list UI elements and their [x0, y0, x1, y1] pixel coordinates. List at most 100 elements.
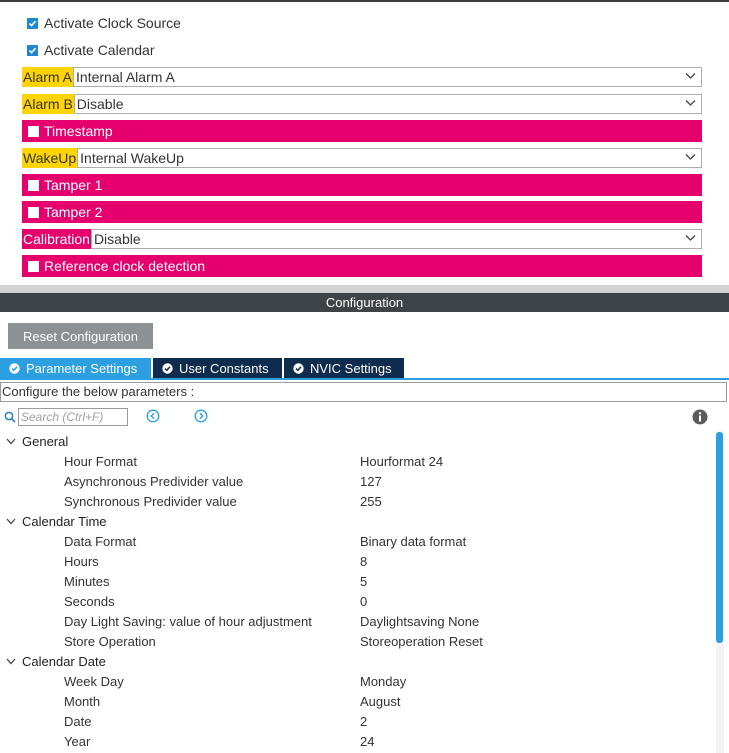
- alarm-a-row: Alarm A Internal Alarm A: [22, 66, 702, 88]
- activate-clock-source-row[interactable]: Activate Clock Source: [27, 14, 181, 32]
- top-border: [0, 0, 729, 2]
- param-name: Hour Format: [64, 453, 137, 469]
- wakeup-label: WakeUp: [22, 148, 78, 168]
- param-name: Asynchronous Predivider value: [64, 473, 244, 489]
- group-general[interactable]: General: [0, 431, 714, 451]
- param-name: Date: [64, 713, 92, 729]
- check-icon: [28, 47, 37, 54]
- check-icon: [28, 20, 37, 27]
- reference-clock-checkbox[interactable]: [28, 260, 39, 272]
- param-value: 8: [360, 553, 368, 569]
- timestamp-checkbox[interactable]: [28, 125, 39, 137]
- tab-nvic-settings-label: NVIC Settings: [310, 360, 392, 376]
- next-result-icon[interactable]: [194, 409, 208, 423]
- tamper1-row[interactable]: Tamper 1: [22, 174, 702, 196]
- activate-clock-source-checkbox[interactable]: [27, 17, 38, 29]
- activate-calendar-checkbox[interactable]: [27, 44, 38, 56]
- param-value: 0: [360, 593, 368, 609]
- param-value: Storeoperation Reset: [360, 633, 483, 649]
- timestamp-row[interactable]: Timestamp: [22, 120, 702, 142]
- alarm-b-value: Disable: [76, 96, 124, 112]
- tamper1-checkbox[interactable]: [28, 179, 39, 191]
- tab-user-constants[interactable]: User Constants: [153, 358, 284, 378]
- param-value: 5: [360, 573, 368, 589]
- previous-result-icon[interactable]: [146, 409, 160, 423]
- configure-instructions: Configure the below parameters :: [0, 382, 727, 402]
- param-row[interactable]: Month August: [0, 691, 714, 711]
- chevron-down-icon: [685, 235, 696, 241]
- param-value: Hourformat 24: [360, 453, 444, 469]
- chevron-down-icon: [685, 154, 696, 160]
- param-value: Binary data format: [360, 533, 467, 549]
- reference-clock-row[interactable]: Reference clock detection: [22, 255, 702, 277]
- alarm-a-label: Alarm A: [22, 67, 74, 87]
- group-label: General: [22, 433, 69, 449]
- config-tabs: Parameter Settings User Constants NVIC S…: [0, 358, 406, 378]
- param-name: Week Day: [64, 673, 124, 689]
- chevron-down-icon: [685, 100, 696, 106]
- activate-clock-source-label: Activate Clock Source: [44, 15, 181, 31]
- chevron-down-icon[interactable]: [6, 438, 16, 445]
- tab-user-constants-label: User Constants: [179, 360, 269, 376]
- param-value: Daylightsaving None: [360, 613, 480, 629]
- param-row[interactable]: Minutes 5: [0, 571, 714, 591]
- calibration-select[interactable]: Disable: [90, 229, 702, 249]
- param-row[interactable]: Day Light Saving: value of hour adjustme…: [0, 611, 714, 631]
- param-row[interactable]: Hours 8: [0, 551, 714, 571]
- chevron-down-icon[interactable]: [6, 658, 16, 665]
- alarm-a-select[interactable]: Internal Alarm A: [73, 67, 702, 87]
- tamper2-label: Tamper 2: [44, 204, 103, 220]
- chevron-down-icon[interactable]: [6, 518, 16, 525]
- wakeup-select[interactable]: Internal WakeUp: [77, 148, 702, 168]
- check-circle-icon: [162, 362, 173, 374]
- param-row[interactable]: Date 2: [0, 711, 714, 731]
- param-name: Minutes: [64, 573, 110, 589]
- tab-nvic-settings[interactable]: NVIC Settings: [284, 358, 406, 378]
- wakeup-row: WakeUp Internal WakeUp: [22, 147, 702, 169]
- param-row[interactable]: Data Format Binary data format: [0, 531, 714, 551]
- alarm-a-value: Internal Alarm A: [76, 69, 175, 85]
- param-row[interactable]: Synchronous Predivider value 255: [0, 491, 714, 511]
- param-value: 255: [360, 493, 382, 509]
- search-icon: [4, 411, 16, 423]
- tamper1-label: Tamper 1: [44, 177, 103, 193]
- param-value: 24: [360, 733, 375, 749]
- info-icon[interactable]: [692, 409, 708, 425]
- tab-underline: [0, 378, 729, 380]
- pane-splitter[interactable]: [0, 285, 729, 293]
- group-calendar-date[interactable]: Calendar Date: [0, 651, 714, 671]
- param-name: Month: [64, 693, 101, 709]
- reset-configuration-button[interactable]: Reset Configuration: [8, 323, 153, 349]
- chevron-down-icon: [685, 73, 696, 79]
- param-name: Data Format: [64, 533, 137, 549]
- search-row: [4, 407, 128, 427]
- param-row[interactable]: Week Day Monday: [0, 671, 714, 691]
- param-name: Hours: [64, 553, 99, 569]
- param-row[interactable]: Store Operation Storeoperation Reset: [0, 631, 714, 651]
- activate-calendar-row[interactable]: Activate Calendar: [27, 41, 155, 59]
- check-circle-icon: [293, 362, 304, 374]
- param-row[interactable]: Hour Format Hourformat 24: [0, 451, 714, 471]
- tab-parameter-settings[interactable]: Parameter Settings: [0, 358, 153, 378]
- activate-calendar-label: Activate Calendar: [44, 42, 155, 58]
- search-input[interactable]: [18, 408, 128, 426]
- tamper2-row[interactable]: Tamper 2: [22, 201, 702, 223]
- tamper2-checkbox[interactable]: [28, 206, 39, 218]
- param-row[interactable]: Asynchronous Predivider value 127: [0, 471, 714, 491]
- scrollbar-thumb[interactable]: [716, 432, 723, 643]
- parameter-tree: General Hour Format Hourformat 24 Asynch…: [0, 431, 714, 751]
- calibration-row: Calibration Disable: [22, 228, 702, 250]
- param-name: Store Operation: [64, 633, 156, 649]
- group-calendar-time[interactable]: Calendar Time: [0, 511, 714, 531]
- check-circle-icon: [9, 362, 20, 374]
- timestamp-label: Timestamp: [44, 123, 113, 139]
- alarm-b-row: Alarm B Disable: [22, 93, 702, 115]
- param-name: Year: [64, 733, 91, 749]
- alarm-b-select[interactable]: Disable: [73, 94, 702, 114]
- group-label: Calendar Date: [22, 653, 106, 669]
- param-row[interactable]: Year 24: [0, 731, 714, 751]
- param-name: Day Light Saving: value of hour adjustme…: [64, 613, 312, 629]
- reference-clock-label: Reference clock detection: [44, 258, 206, 274]
- param-row[interactable]: Seconds 0: [0, 591, 714, 611]
- calibration-value: Disable: [93, 231, 141, 247]
